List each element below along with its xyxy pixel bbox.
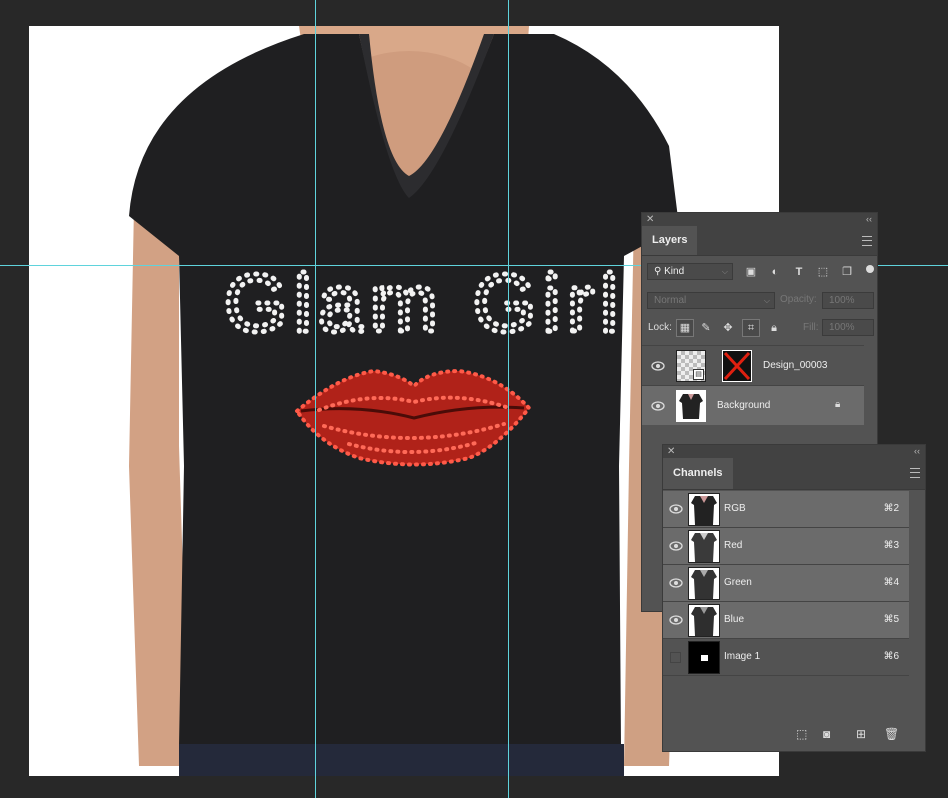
- channel-name: Image 1: [724, 651, 761, 662]
- layer-name[interactable]: Background: [717, 400, 770, 411]
- blend-mode-dropdown[interactable]: Normal ⌵: [647, 292, 775, 309]
- channels-tabbar: Channels: [663, 458, 925, 490]
- channel-name: RGB: [724, 503, 746, 514]
- eye-icon[interactable]: [669, 541, 683, 551]
- image-filter-icon[interactable]: ▣: [743, 264, 759, 280]
- channel-name: Red: [724, 540, 743, 551]
- tab-channels[interactable]: Channels: [663, 458, 733, 489]
- lock-icon[interactable]: 🔒︎: [835, 399, 840, 410]
- eye-icon[interactable]: [669, 578, 683, 588]
- lock-all-icon[interactable]: 🔒︎: [766, 320, 782, 336]
- channel-row-image-1[interactable]: Image 1 ⌘6: [663, 639, 909, 676]
- channels-titlebar: ✕ ‹‹: [663, 445, 925, 458]
- channel-row-green[interactable]: Green ⌘4: [663, 565, 909, 602]
- layer-thumbnail: ▤: [676, 350, 706, 382]
- opacity-label: Opacity:: [780, 294, 817, 305]
- channel-shortcut: ⌘3: [883, 540, 899, 551]
- channel-shortcut: ⌘2: [883, 503, 899, 514]
- new-channel-icon[interactable]: ⊞: [856, 727, 866, 741]
- channel-row-blue[interactable]: Blue ⌘5: [663, 602, 909, 639]
- lock-transparent-icon[interactable]: ▦: [676, 319, 694, 337]
- layers-titlebar: ✕ ‹‹: [642, 213, 877, 226]
- channel-shortcut: ⌘4: [883, 577, 899, 588]
- smart-object-icon: ▤: [693, 369, 704, 380]
- panel-menu-icon[interactable]: [910, 468, 920, 478]
- opacity-value: 100%: [829, 295, 855, 306]
- fill-label: Fill:: [803, 322, 819, 333]
- layers-tabbar: Layers: [642, 226, 877, 256]
- visibility-toggle[interactable]: [670, 652, 681, 663]
- layer-mask-thumbnail[interactable]: [722, 350, 752, 382]
- channel-thumbnail: [688, 641, 720, 674]
- fill-value: 100%: [829, 322, 855, 333]
- collapse-icon[interactable]: ‹‹: [866, 213, 872, 226]
- channels-panel: ✕ ‹‹ Channels RGB ⌘2 Red ⌘3 Green ⌘4 Blu…: [662, 444, 926, 752]
- collapse-icon[interactable]: ‹‹: [914, 445, 920, 458]
- rhinestone-text: Glam Girl: [224, 258, 624, 349]
- mask-cross-icon: [723, 351, 751, 381]
- filter-kind-value: Kind: [664, 266, 685, 277]
- layer-name[interactable]: Design_00003: [763, 360, 828, 371]
- fill-field[interactable]: 100%: [822, 319, 874, 336]
- trash-icon[interactable]: 🗑︎: [884, 727, 899, 741]
- filter-toggle[interactable]: [866, 265, 874, 273]
- chevron-down-icon: ⌵: [721, 267, 728, 276]
- eye-icon[interactable]: [651, 401, 665, 411]
- layer-thumbnail: [676, 390, 706, 422]
- channel-shortcut: ⌘5: [883, 614, 899, 625]
- channel-thumbnail: [688, 604, 720, 637]
- lock-image-icon[interactable]: ✎: [698, 320, 714, 336]
- search-icon: ⚲: [654, 266, 665, 277]
- eye-icon[interactable]: [669, 615, 683, 625]
- layer-row-design[interactable]: ▤ Design_00003: [642, 345, 864, 385]
- eye-icon[interactable]: [669, 504, 683, 514]
- lock-position-icon[interactable]: ✥: [720, 320, 736, 336]
- channel-row-rgb[interactable]: RGB ⌘2: [663, 491, 909, 528]
- load-selection-icon[interactable]: ⬚: [796, 727, 807, 741]
- save-selection-icon[interactable]: ◙: [823, 727, 830, 741]
- blend-mode-value: Normal: [654, 295, 687, 306]
- channel-thumbnail: [688, 493, 720, 526]
- shape-filter-icon[interactable]: ⬚: [815, 264, 831, 280]
- eye-icon[interactable]: [651, 361, 665, 371]
- channel-name: Green: [724, 577, 752, 588]
- chevron-down-icon: ⌵: [763, 296, 770, 305]
- lock-label: Lock:: [648, 322, 672, 333]
- panel-menu-icon[interactable]: [862, 236, 872, 246]
- layer-row-background[interactable]: Background 🔒︎: [642, 385, 864, 425]
- channel-name: Blue: [724, 614, 745, 625]
- close-icon[interactable]: ✕: [646, 213, 654, 226]
- type-filter-icon[interactable]: T: [791, 264, 807, 280]
- channel-thumbnail: [688, 530, 720, 563]
- guide-vertical-2[interactable]: [508, 0, 509, 798]
- channel-shortcut: ⌘6: [883, 651, 899, 662]
- filter-kind-dropdown[interactable]: ⚲ Kind ⌵: [647, 263, 733, 280]
- channel-thumbnail: [688, 567, 720, 600]
- guide-vertical-1[interactable]: [315, 0, 316, 798]
- tab-layers[interactable]: Layers: [642, 226, 698, 255]
- channel-row-red[interactable]: Red ⌘3: [663, 528, 909, 565]
- lock-artboard-icon[interactable]: ⌗: [742, 319, 760, 337]
- close-icon[interactable]: ✕: [667, 445, 675, 458]
- opacity-field[interactable]: 100%: [822, 292, 874, 309]
- channel-list: RGB ⌘2 Red ⌘3 Green ⌘4 Blue ⌘5 Image 1 ⌘…: [663, 491, 909, 676]
- adjustment-filter-icon[interactable]: ◐: [767, 264, 783, 280]
- smart-object-filter-icon[interactable]: ❐: [839, 264, 855, 280]
